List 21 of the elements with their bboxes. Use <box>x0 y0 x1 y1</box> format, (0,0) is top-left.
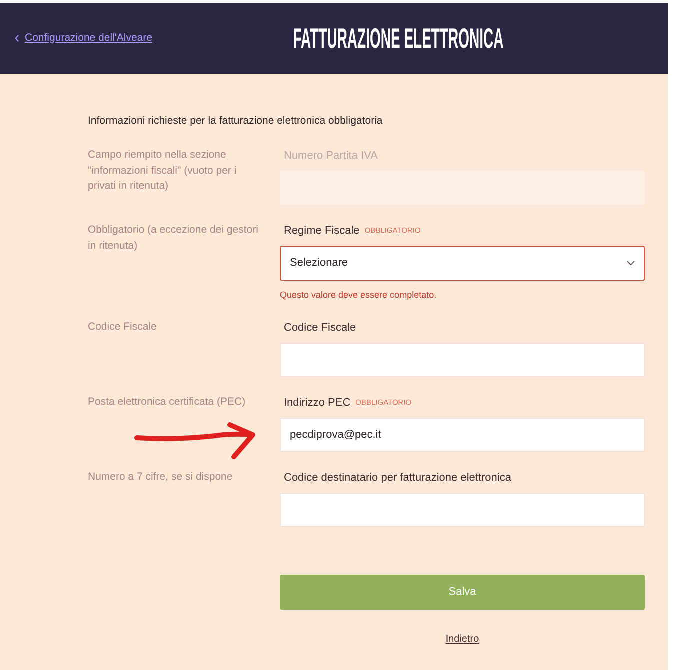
input-field[interactable]: pecdiprova@pec.it <box>280 418 645 452</box>
back-link[interactable]: Indietro <box>446 633 480 647</box>
field-description: Posta elettronica certificata (PEC) <box>88 395 247 410</box>
input-field[interactable] <box>280 343 645 377</box>
field-label: Indirizzo PEC <box>284 396 351 411</box>
chevron-left-icon <box>15 35 19 42</box>
field-description: Codice Fiscale <box>88 320 158 335</box>
chevron-down-icon <box>627 261 635 266</box>
field-description: Obbligatorio (a eccezione dei gestori in ritenuta) <box>88 223 260 254</box>
page-title: FATTURAZIONE ELETTRONICA <box>292 24 504 54</box>
field-label: Regime Fiscale <box>284 224 360 239</box>
input-field[interactable] <box>280 493 645 527</box>
select-field[interactable]: Selezionare <box>280 246 645 281</box>
field-label: Codice Fiscale <box>284 320 356 336</box>
field-label: Codice destinatario per fatturazione elettronica <box>284 470 512 486</box>
back-link[interactable]: Configurazione dell'Alveare <box>25 30 152 46</box>
field-description: Campo riempito nella sezione "informazioni fiscali" (vuoto per i privati in ritenuta) <box>88 148 238 194</box>
field-label: Numero Partita IVA <box>284 148 378 164</box>
field-description: Numero a 7 cifre, se si dispone <box>88 470 234 485</box>
intro-text: Informazioni richieste per la fatturazione elettronica obbligatoria <box>88 114 384 129</box>
error-message: Questo valore deve essere completato. <box>280 289 438 302</box>
